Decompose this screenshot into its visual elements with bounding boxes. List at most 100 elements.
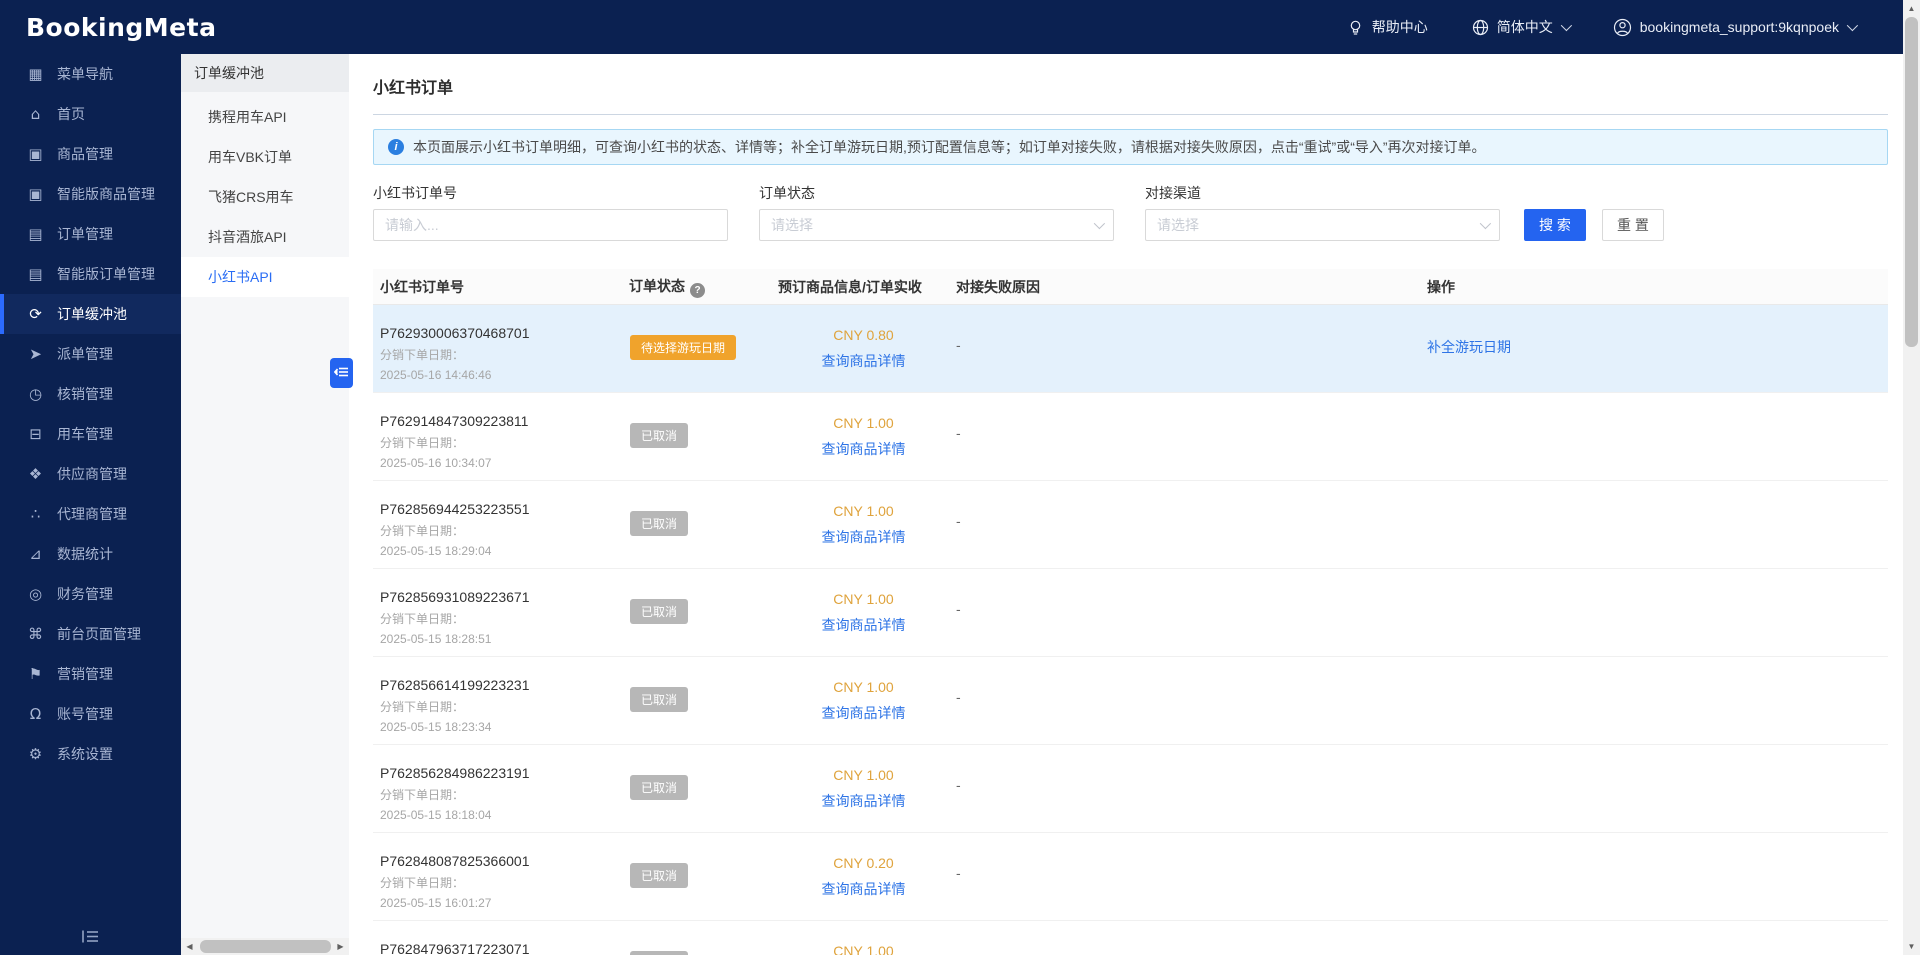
sidebar-item-label: 代理商管理 <box>57 506 127 522</box>
product-detail-link[interactable]: 查询商品详情 <box>822 791 906 811</box>
sidebar-collapse-button[interactable] <box>0 929 181 947</box>
fail-reason: - <box>956 425 961 441</box>
order-date-label: 分销下单日期： <box>380 788 465 802</box>
channel-filter-label: 对接渠道 <box>1145 185 1201 201</box>
order-date-label: 分销下单日期： <box>380 612 465 626</box>
product-icon: ▣ <box>28 145 43 163</box>
order-date: 2025-05-15 18:29:04 <box>380 544 492 558</box>
status-badge: 待选择游玩日期 <box>630 335 737 360</box>
product-detail-link[interactable]: 查询商品详情 <box>822 615 906 635</box>
chevron-down-icon <box>1560 19 1572 32</box>
status-badge: 已取消 <box>630 599 689 624</box>
sidebar-item-label: 核销管理 <box>57 386 113 402</box>
reset-button[interactable]: 重 置 <box>1602 209 1664 241</box>
submenu-panel: 订单缓冲池 携程用车API 用车VBK订单 飞猪CRS用车 抖音酒旅API 小红书API <box>181 54 349 938</box>
product-detail-link[interactable]: 查询商品详情 <box>822 879 906 899</box>
sidebar-item[interactable]: ❖ 供应商管理 <box>0 454 181 494</box>
sidebar-item[interactable]: ▤ 智能版订单管理 <box>0 254 181 294</box>
order-status-select[interactable]: 请选择 <box>759 209 1114 241</box>
table-row: P762856931089223671 分销下单日期： 2025-05-15 1… <box>373 569 1888 657</box>
grid-icon: ▦ <box>28 65 43 83</box>
order-date-label: 分销下单日期： <box>380 700 465 714</box>
action-link[interactable]: 补全游玩日期 <box>1427 337 1511 357</box>
table-row: P762856944253223551 分销下单日期： 2025-05-15 1… <box>373 481 1888 569</box>
sidebar-item[interactable]: ⊿ 数据统计 <box>0 534 181 574</box>
stats-icon: ⊿ <box>29 545 42 563</box>
panel-collapse-button[interactable] <box>330 358 353 388</box>
title-divider <box>373 114 1888 115</box>
product-icon: ▣ <box>28 185 43 203</box>
sidebar-item-label: 数据统计 <box>57 546 113 562</box>
order-amount: CNY 0.20 <box>833 855 894 871</box>
frontend-icon: ⌘ <box>28 625 43 643</box>
channel-placeholder: 请选择 <box>1157 217 1199 233</box>
sidebar-item[interactable]: Ω 账号管理 <box>0 694 181 734</box>
username-label: bookingmeta_support:9kqnpoek <box>1639 19 1839 35</box>
order-date-label: 分销下单日期： <box>380 348 465 362</box>
account-icon: Ω <box>29 705 42 723</box>
product-detail-link[interactable]: 查询商品详情 <box>822 527 906 547</box>
info-banner-text: 本页面展示小红书订单明细，可查询小红书的状态、详情等；补全订单游玩日期,预订配置… <box>413 139 1486 155</box>
vertical-scroll-thumb[interactable] <box>1905 17 1918 347</box>
order-amount: CNY 1.00 <box>833 415 894 431</box>
vertical-scrollbar[interactable]: ▲ ▼ <box>1903 0 1920 955</box>
agent-icon: ∴ <box>30 505 41 523</box>
submenu-item[interactable]: 携程用车API <box>181 97 349 137</box>
finance-icon: ◎ <box>28 585 43 603</box>
orders-table: 小红书订单号 订单状态? 预订商品信息/订单实收 对接失败原因 操作 P7629… <box>373 269 1888 955</box>
user-menu[interactable]: bookingmeta_support:9kqnpoek <box>1613 18 1859 37</box>
submenu-item[interactable]: 用车VBK订单 <box>181 137 349 177</box>
table-row: P762847963717223071 分销下单日期： 已取消 CNY 1.00… <box>373 921 1888 955</box>
sidebar-item[interactable]: ▤ 订单管理 <box>0 214 181 254</box>
order-date-label: 分销下单日期： <box>380 524 465 538</box>
sidebar-item[interactable]: ▦ 菜单导航 <box>0 54 181 94</box>
scroll-left-icon[interactable]: ◀ <box>181 942 198 951</box>
settings-icon: ⚙ <box>28 745 43 763</box>
order-icon: ▤ <box>28 265 43 283</box>
order-no-input[interactable] <box>385 217 716 233</box>
order-date: 2025-05-16 14:46:46 <box>380 368 492 382</box>
sidebar-item-label: 智能版订单管理 <box>57 266 155 282</box>
search-button[interactable]: 搜 索 <box>1524 209 1586 241</box>
order-date: 2025-05-15 16:01:27 <box>380 896 492 910</box>
product-detail-link[interactable]: 查询商品详情 <box>822 439 906 459</box>
collapse-left-icon <box>333 365 349 382</box>
submenu-item[interactable]: 飞猪CRS用车 <box>181 177 349 217</box>
status-badge: 已取消 <box>630 775 689 800</box>
help-center-button[interactable]: 帮助中心 <box>1347 17 1428 37</box>
horizontal-scrollbar[interactable]: ◀ ▶ <box>181 938 349 955</box>
sidebar-item[interactable]: ➤ 派单管理 <box>0 334 181 374</box>
sidebar-item-label: 菜单导航 <box>57 66 113 82</box>
sidebar-item[interactable]: ⌂ 首页 <box>0 94 181 134</box>
table-row: P762848087825366001 分销下单日期： 2025-05-15 1… <box>373 833 1888 921</box>
submenu-item[interactable]: 抖音酒旅API <box>181 217 349 257</box>
help-icon[interactable]: ? <box>690 282 705 298</box>
sidebar-item[interactable]: ⌘ 前台页面管理 <box>0 614 181 654</box>
filter-bar: 小红书订单号 订单状态 请选择 对接渠道 请选择 搜 索 重 置 <box>373 183 1888 241</box>
horizontal-scroll-thumb[interactable] <box>200 940 331 953</box>
sidebar-item[interactable]: ⚙ 系统设置 <box>0 734 181 774</box>
sidebar-item[interactable]: ▣ 智能版商品管理 <box>0 174 181 214</box>
scroll-down-icon[interactable]: ▼ <box>1903 938 1920 955</box>
lightbulb-icon <box>1347 19 1364 36</box>
order-amount: CNY 0.80 <box>833 327 894 343</box>
order-number: P762856614199223231 <box>380 677 530 693</box>
fail-reason: - <box>956 513 961 529</box>
product-detail-link[interactable]: 查询商品详情 <box>822 703 906 723</box>
sidebar-item[interactable]: ◷ 核销管理 <box>0 374 181 414</box>
order-amount: CNY 1.00 <box>833 591 894 607</box>
sidebar-item-label: 营销管理 <box>57 666 113 682</box>
sidebar-item[interactable]: ▣ 商品管理 <box>0 134 181 174</box>
product-detail-link[interactable]: 查询商品详情 <box>822 351 906 371</box>
sidebar-item[interactable]: ⚑ 营销管理 <box>0 654 181 694</box>
col-product: 预订商品信息/订单实收 <box>778 278 922 295</box>
sidebar-item[interactable]: ◎ 财务管理 <box>0 574 181 614</box>
sidebar-item[interactable]: ⊟ 用车管理 <box>0 414 181 454</box>
channel-select[interactable]: 请选择 <box>1145 209 1500 241</box>
scroll-right-icon[interactable]: ▶ <box>332 942 349 951</box>
submenu-item[interactable]: 小红书API <box>181 257 349 297</box>
sidebar-item[interactable]: ∴ 代理商管理 <box>0 494 181 534</box>
sidebar-item[interactable]: ⟳ 订单缓冲池 <box>0 294 181 334</box>
language-selector[interactable]: 简体中文 <box>1472 17 1572 37</box>
scroll-up-icon[interactable]: ▲ <box>1903 0 1920 17</box>
